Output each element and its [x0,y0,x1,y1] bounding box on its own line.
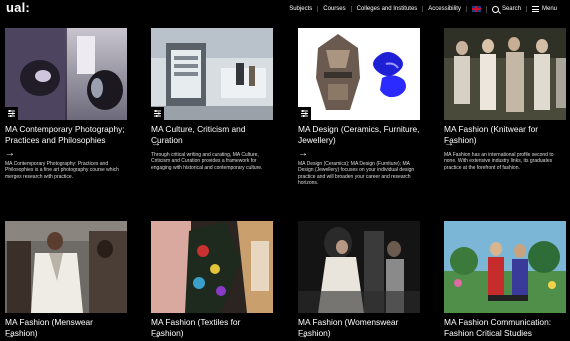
arrow-right-icon[interactable]: → [298,149,308,159]
course-title[interactable]: MA Contemporary Photography; Practices a… [5,124,127,145]
course-card[interactable]: MA Fashion (Menswear Fashion) → [5,221,127,341]
hamburger-menu-icon [531,6,539,12]
course-image-design[interactable] [298,28,420,120]
course-card[interactable]: MA Fashion Communication: Fashion Critic… [444,221,566,339]
arrow-right-icon[interactable]: → [298,331,308,341]
search-label: Search [501,6,521,12]
course-title[interactable]: MA Fashion Communication: Fashion Critic… [444,317,566,338]
course-description: Through critical writing and curating, M… [151,152,263,171]
course-title[interactable]: MA Fashion (Menswear Fashion) [5,317,127,338]
search-button[interactable]: Search [485,5,526,13]
nav-courses[interactable]: Courses [317,6,350,12]
course-image-contemporary-photography[interactable] [5,28,127,120]
course-image-knitwear[interactable] [444,28,566,120]
course-card[interactable]: MA Design (Ceramics, Furniture, Jeweller… [298,28,420,193]
arrow-right-icon[interactable]: → [151,331,161,341]
search-icon [491,5,499,13]
course-title[interactable]: MA Culture, Criticism and Curation [151,124,273,145]
top-navigation-bar: ual: Subjects Courses Colleges and Insti… [0,0,570,17]
course-title[interactable]: MA Design (Ceramics, Furniture, Jeweller… [298,124,420,145]
course-card[interactable]: MA Fashion (Textiles for Fashion) → [151,221,273,341]
course-image-menswear[interactable] [5,221,127,313]
nav-colleges-and-institutes[interactable]: Colleges and Institutes [350,6,423,12]
arrow-right-icon[interactable]: → [5,149,15,159]
arrow-right-icon[interactable]: → [5,331,15,341]
course-description: MA Contemporary Photography: Practices a… [5,161,119,180]
main-nav: Subjects Courses Colleges and Institutes… [284,4,562,14]
language-selector[interactable] [465,5,486,13]
course-card[interactable]: MA Culture, Criticism and Curation → Thr… [151,28,273,188]
nav-subjects[interactable]: Subjects [284,6,317,12]
nav-accessibility[interactable]: Accessibility [422,6,466,12]
arrow-right-icon[interactable]: → [444,139,454,149]
course-title[interactable]: MA Fashion (Womenswear Fashion) [298,317,420,338]
menu-button[interactable]: Menu [525,6,562,12]
filter-icon [151,107,164,120]
course-title[interactable]: MA Fashion (Knitwear for Fashion) [444,124,566,145]
ual-logo[interactable]: ual: [6,0,30,15]
course-description: MA Design (Ceramics); MA Design (Furnitu… [298,161,415,187]
menu-label: Menu [541,6,557,12]
filter-icon [298,107,311,120]
course-image-culture-criticism-curation[interactable] [151,28,273,120]
course-card[interactable]: MA Fashion (Womenswear Fashion) → [298,221,420,341]
course-title[interactable]: MA Fashion (Textiles for Fashion) [151,317,273,338]
course-image-textiles[interactable] [151,221,273,313]
course-image-fashion-communication[interactable] [444,221,566,313]
course-card[interactable]: MA Contemporary Photography; Practices a… [5,28,127,188]
course-image-womenswear[interactable] [298,221,420,313]
arrow-right-icon[interactable]: → [151,139,161,149]
filter-icon [5,107,18,120]
course-description: MA Fashion has an international profile … [444,152,554,171]
union-jack-flag-icon [471,5,481,12]
course-card[interactable]: MA Fashion (Knitwear for Fashion) → MA F… [444,28,566,188]
